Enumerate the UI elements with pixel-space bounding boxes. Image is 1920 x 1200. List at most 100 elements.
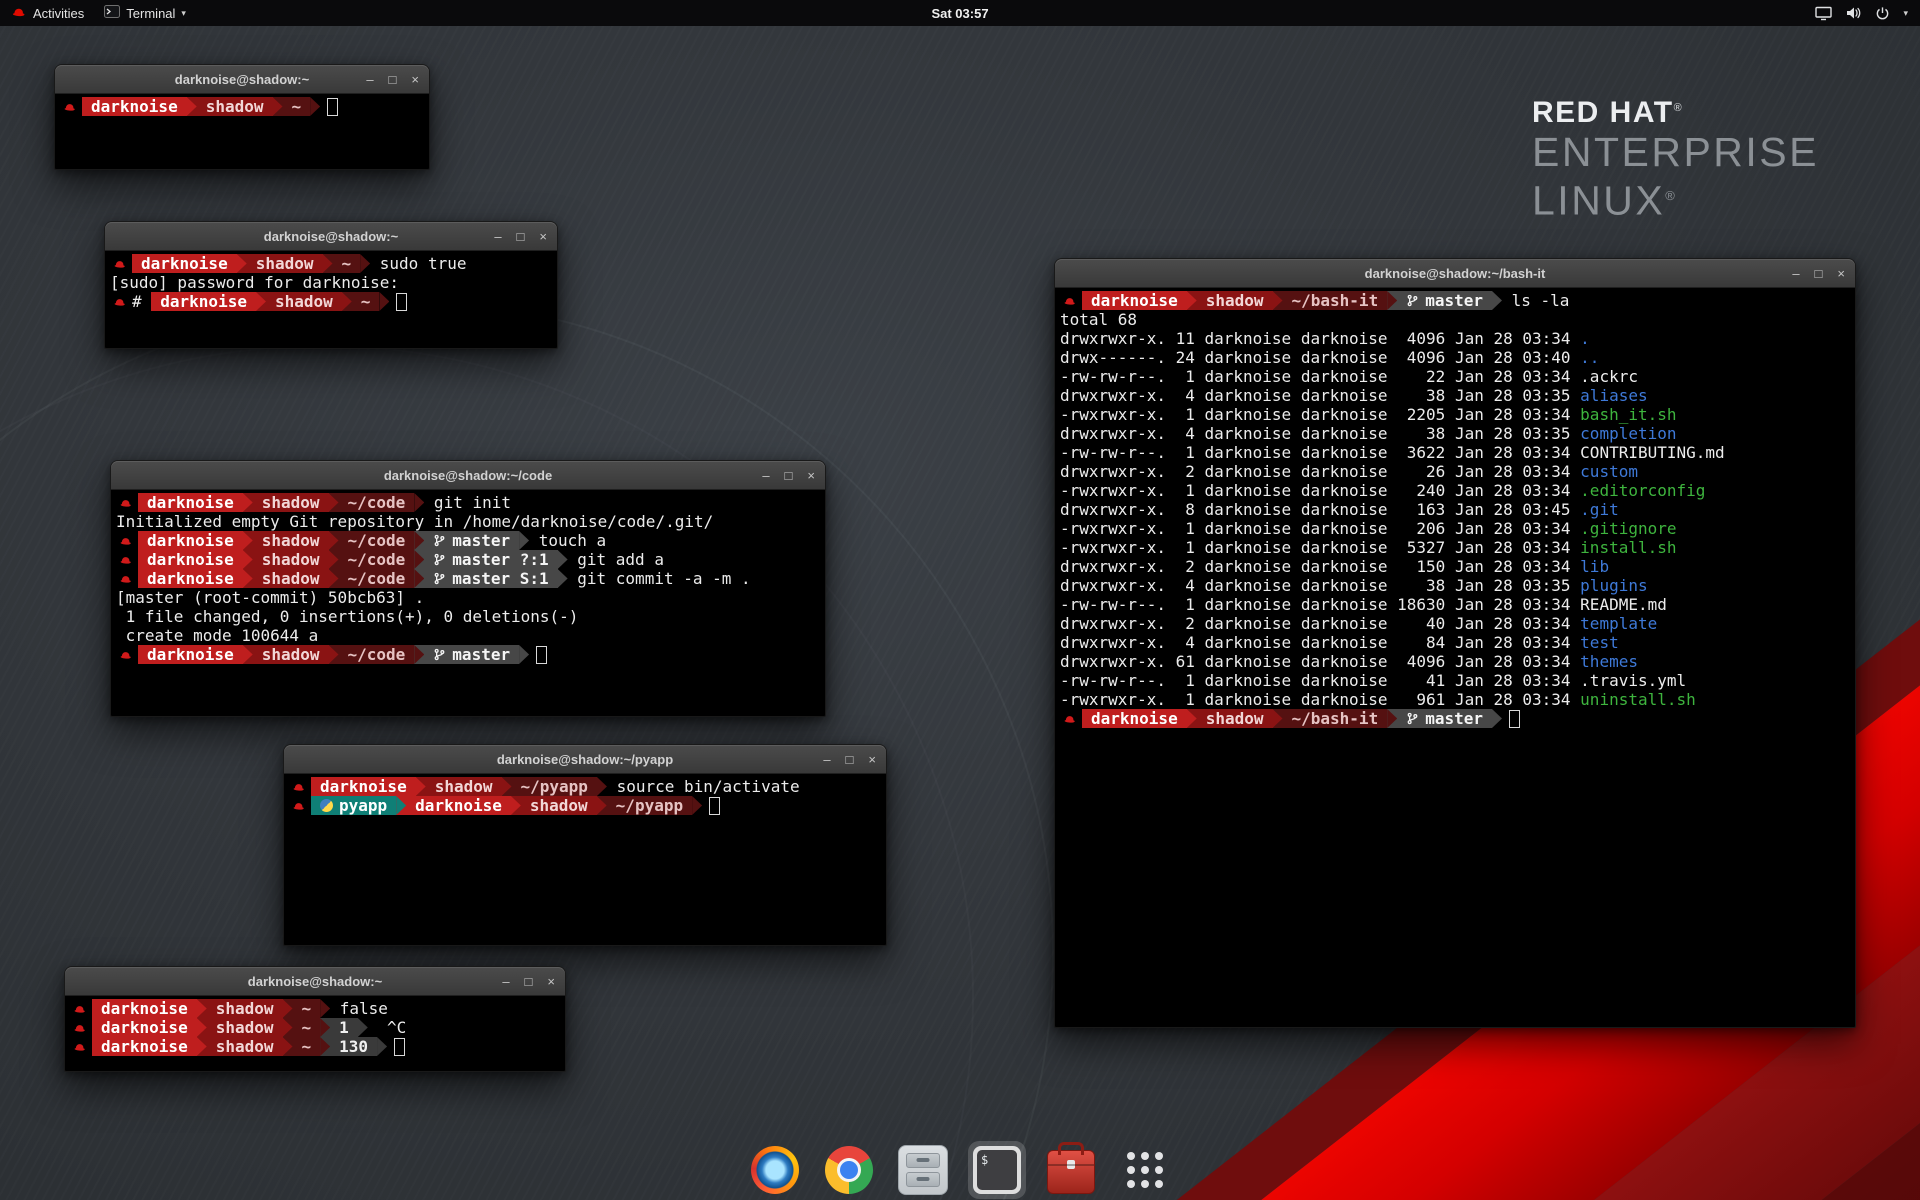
powerline-arrow (197, 1037, 207, 1056)
terminal-line: darknoiseshadow~/codemaster ?:1 git add … (116, 550, 820, 569)
terminal-text: -rwxrwxr-x. 1 darknoise darknoise 206 Ja… (1060, 519, 1580, 538)
prompt-segment-user: darknoise (132, 254, 237, 273)
dock-item-files[interactable] (898, 1145, 948, 1195)
terminal-line: Initialized empty Git repository in /hom… (116, 512, 820, 531)
activities-button[interactable]: Activities (0, 0, 94, 26)
maximize-button[interactable]: □ (1815, 267, 1823, 280)
powerline-arrow (360, 254, 370, 273)
terminal-text: custom (1580, 462, 1638, 481)
terminal-window-home-1: darknoise@shadow:~ – □ × darknoise shadow… (54, 64, 430, 170)
powerline-arrow (692, 796, 702, 815)
terminal-cursor (327, 98, 338, 116)
terminal-line: drwx------. 24 darknoise darknoise 4096 … (1060, 348, 1850, 367)
window-titlebar[interactable]: darknoise@shadow:~ – □ × (105, 222, 557, 251)
close-button[interactable]: × (868, 753, 876, 766)
rhel-wallpaper-logo: RED HAT® ENTERPRISE LINUX® (1532, 96, 1819, 223)
dock-item-firefox[interactable] (750, 1145, 800, 1195)
prompt-segment-user: darknoise (82, 97, 187, 116)
powerline-arrow (502, 777, 512, 796)
terminal-line: darknoiseshadow~ sudo true (110, 254, 552, 273)
minimize-button[interactable]: – (823, 753, 830, 766)
prompt-segment-user: darknoise (138, 531, 243, 550)
app-menu-label: Terminal (126, 6, 175, 21)
window-titlebar[interactable]: darknoise@shadow:~ – □ × (65, 967, 565, 996)
terminal-text: drwxrwxr-x. 4 darknoise darknoise 38 Jan… (1060, 386, 1580, 405)
powerline-arrow (414, 493, 424, 512)
terminal-line: drwxrwxr-x. 11 darknoise darknoise 4096 … (1060, 329, 1850, 348)
terminal-text: lib (1580, 557, 1609, 576)
window-titlebar[interactable]: darknoise@shadow:~/bash-it – □ × (1055, 259, 1855, 288)
prompt-segment-user: darknoise (138, 550, 243, 569)
terminal-content[interactable]: darknoiseshadow~/pyapp source bin/activa… (284, 774, 886, 945)
window-titlebar[interactable]: darknoise@shadow:~/code – □ × (111, 461, 825, 490)
prompt-segment-git: master (1397, 709, 1492, 728)
window-titlebar[interactable]: darknoise@shadow:~ – □ × (55, 65, 429, 94)
close-button[interactable]: × (411, 73, 419, 86)
terminal-content[interactable]: darknoiseshadow~/bash-itmaster ls -latot… (1055, 288, 1855, 1027)
chrome-icon (825, 1146, 873, 1194)
terminal-content[interactable]: darknoiseshadow~/code git initInitialize… (111, 490, 825, 716)
maximize-button[interactable]: □ (525, 975, 533, 988)
close-button[interactable]: × (539, 230, 547, 243)
system-status-area[interactable]: ▾ (1803, 0, 1920, 26)
file-manager-icon (898, 1145, 948, 1195)
prompt-segment-host: shadow (253, 531, 329, 550)
terminal-line: darknoiseshadow~/bash-itmaster (1060, 709, 1850, 728)
terminal-text: drwx------. 24 darknoise darknoise 4096 … (1060, 348, 1580, 367)
terminal-line: -rwxrwxr-x. 1 darknoise darknoise 206 Ja… (1060, 519, 1850, 538)
powerline-arrow (320, 999, 330, 1018)
powerline-arrow (1187, 291, 1197, 310)
dock-item-chrome[interactable] (824, 1145, 874, 1195)
minimize-button[interactable]: – (494, 230, 501, 243)
prompt-segment-git: master (424, 531, 519, 550)
powerline-arrow (197, 1018, 207, 1037)
maximize-button[interactable]: □ (517, 230, 525, 243)
minimize-button[interactable]: – (502, 975, 509, 988)
prompt-segment-path: ~/code (339, 645, 415, 664)
terminal-line: darknoiseshadow~/codemaster touch a (116, 531, 820, 550)
terminal-line: darknoiseshadow~/pyapp source bin/activa… (289, 777, 881, 796)
prompt-segment-host: shadow (197, 97, 273, 116)
terminal-text: install.sh (1580, 538, 1676, 557)
terminal-content[interactable]: darknoiseshadow~ sudo true[sudo] passwor… (105, 251, 557, 348)
maximize-button[interactable]: □ (846, 753, 854, 766)
app-menu-terminal[interactable]: Terminal ▾ (94, 0, 196, 26)
terminal-text: total 68 (1060, 310, 1137, 329)
terminal-line: drwxrwxr-x. 4 darknoise darknoise 38 Jan… (1060, 424, 1850, 443)
terminal-content[interactable]: darknoiseshadow~ falsedarknoiseshadow~1 … (65, 996, 565, 1071)
dock-item-toolbox[interactable] (1046, 1145, 1096, 1195)
powerline-arrow (1492, 291, 1502, 310)
maximize-button[interactable]: □ (785, 469, 793, 482)
powerline-arrow (329, 645, 339, 664)
maximize-button[interactable]: □ (389, 73, 397, 86)
minimize-button[interactable]: – (1792, 267, 1799, 280)
prompt-segment-path: ~/bash-it (1283, 291, 1388, 310)
dock-item-terminal[interactable]: $ (972, 1145, 1022, 1195)
close-button[interactable]: × (807, 469, 815, 482)
window-titlebar[interactable]: darknoise@shadow:~/pyapp – □ × (284, 745, 886, 774)
powerline-arrow (1387, 709, 1397, 728)
dock-item-show-applications[interactable] (1120, 1145, 1170, 1195)
prompt-segment-host: shadow (207, 1037, 283, 1056)
terminal-line: -rw-rw-r--. 1 darknoise darknoise 22 Jan… (1060, 367, 1850, 386)
prompt-segment-path: ~ (352, 292, 380, 311)
minimize-button[interactable]: – (762, 469, 769, 482)
minimize-button[interactable]: – (366, 73, 373, 86)
window-title: darknoise@shadow:~ (175, 72, 309, 87)
terminal-text: drwxrwxr-x. 11 darknoise darknoise 4096 … (1060, 329, 1580, 348)
redhat-icon (116, 536, 138, 546)
close-button[interactable]: × (1837, 267, 1845, 280)
terminal-text: drwxrwxr-x. 2 darknoise darknoise 26 Jan… (1060, 462, 1580, 481)
powerline-arrow (1387, 291, 1397, 310)
redhat-icon (110, 297, 132, 307)
terminal-content[interactable]: darknoiseshadow~ (55, 94, 429, 169)
close-button[interactable]: × (547, 975, 555, 988)
powerline-arrow (396, 796, 406, 815)
redhat-icon (289, 782, 311, 792)
powerline-arrow (243, 493, 253, 512)
prompt-segment-git: master (424, 645, 519, 664)
terminal-text: . (1580, 329, 1590, 348)
clock[interactable]: Sat 03:57 (931, 6, 988, 21)
prompt-segment-git: master ?:1 (424, 550, 557, 569)
terminal-line: darknoiseshadow~/codemaster (116, 645, 820, 664)
